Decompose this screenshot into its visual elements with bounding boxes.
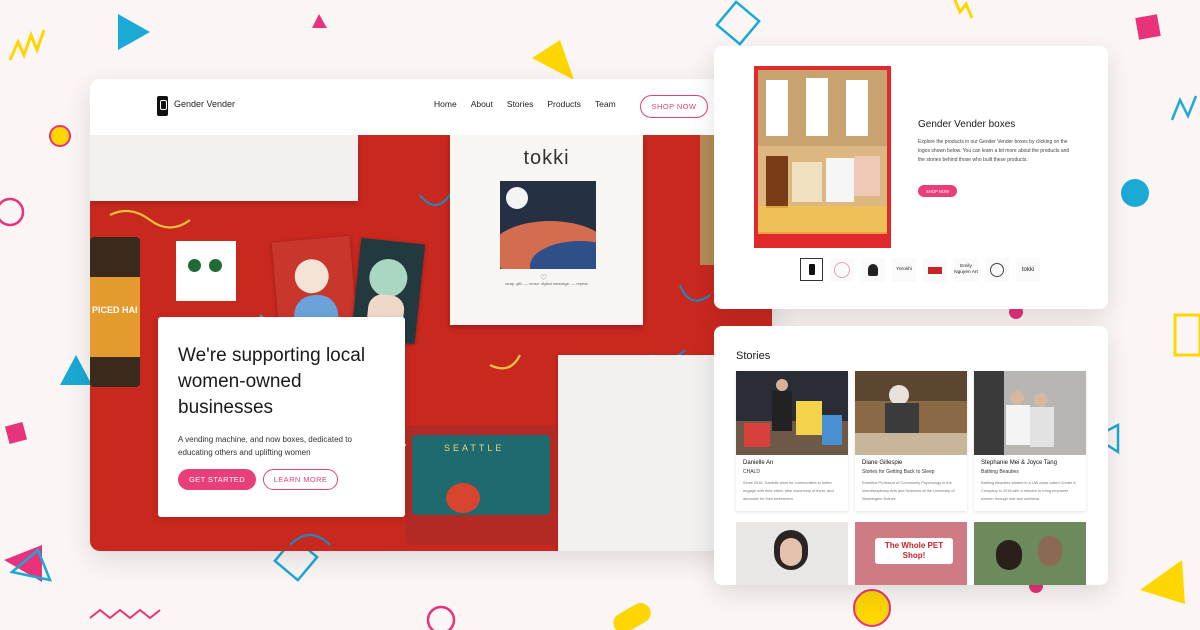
gender-vender-logo-icon[interactable] <box>157 96 168 116</box>
story-description: Emeritus Professor of Community Psycholo… <box>862 480 955 501</box>
story-card[interactable] <box>974 522 1086 585</box>
story-description: Bathing Beauties started in a UW class c… <box>981 480 1076 501</box>
vendor-logo-3[interactable] <box>861 258 885 282</box>
learn-more-button[interactable]: LEARN MORE <box>263 469 338 490</box>
vendor-logo-5[interactable] <box>923 258 947 282</box>
story-photo <box>736 371 848 455</box>
seattle-label: SEATTLE <box>444 443 505 453</box>
hero-text-card: We're supporting local women-owned busin… <box>158 317 405 517</box>
tokki-wrap-art <box>500 181 596 269</box>
story-name: Danielle An <box>743 460 774 466</box>
chai-label-text: PICED HAI <box>92 305 138 315</box>
box-photo <box>90 135 358 201</box>
boxes-title: Gender Vender boxes <box>918 119 1016 130</box>
vendor-logo-emily-nguyen-art[interactable]: Emily Nguyen Art <box>954 258 978 282</box>
story-card[interactable]: Danielle An CHALD Since 2016, Danielle a… <box>736 371 848 511</box>
get-started-button[interactable]: GET STARTED <box>178 469 256 490</box>
story-subtitle: Bathing Beauties <box>981 469 1019 475</box>
story-card[interactable]: Stephanie Mei & Joyce Tang Bathing Beaut… <box>974 371 1086 511</box>
story-card[interactable]: The Whole PET Shop! <box>855 522 967 585</box>
nav-products[interactable]: Products <box>547 99 581 109</box>
boxes-description: Explore the products in our Gender Vende… <box>918 139 1070 163</box>
earring-card <box>176 241 236 301</box>
brand-name[interactable]: Gender Vender <box>174 99 235 109</box>
story-subtitle: CHALD <box>743 469 760 475</box>
story-photo <box>855 371 967 455</box>
circle-seal-icon <box>834 262 850 278</box>
chai-label: PICED HAI <box>90 277 140 357</box>
ring-seal-icon <box>990 263 1004 277</box>
story-card[interactable] <box>736 522 848 585</box>
story-subtitle: Stories for Getting Back to Sleep <box>862 469 935 475</box>
tokki-brand: tokki <box>523 147 570 169</box>
story-name: Diane Gillespie <box>862 460 903 466</box>
nav-about[interactable]: About <box>471 99 493 109</box>
boxes-shop-now-button[interactable]: SHOP NOW <box>918 185 957 197</box>
nav-team[interactable]: Team <box>595 99 616 109</box>
stories-title: Stories <box>736 350 771 362</box>
silhouette-icon <box>868 264 878 276</box>
seattle-pouch: SEATTLE <box>406 425 556 545</box>
shop-now-button[interactable]: SHOP NOW <box>640 95 708 118</box>
hero-title: We're supporting local women-owned busin… <box>178 345 366 418</box>
hero-photo: PICED HAI tokki ♡ wrap. gift. — reuse. d… <box>90 135 772 551</box>
website-preview: Gender Vender Home About Stories Product… <box>90 79 772 551</box>
vendor-logo-2[interactable] <box>830 258 854 282</box>
story-description: Since 2016, Danielle aims for communitie… <box>743 480 834 501</box>
navbar: Gender Vender Home About Stories Product… <box>90 79 772 135</box>
hero-subtitle: A vending machine, and now boxes, dedica… <box>178 435 352 457</box>
chai-bottle: PICED HAI <box>90 237 140 387</box>
nav-stories[interactable]: Stories <box>507 99 533 109</box>
stories-section-preview: Stories Danielle An CHALD Since 2016, Da… <box>714 326 1108 585</box>
whole-pet-shop-sign: The Whole PET Shop! <box>875 538 953 564</box>
vendor-logo-row: Yoroshi Emily Nguyen Art tokki <box>800 258 1040 282</box>
vendor-logo-tokki[interactable]: tokki <box>1016 258 1040 282</box>
vendor-logo-7[interactable] <box>985 258 1009 282</box>
vendor-logo-yoroshi[interactable]: Yoroshi <box>892 258 916 282</box>
story-photo <box>974 371 1086 455</box>
gender-vender-logo-icon <box>808 264 815 275</box>
red-badge-icon <box>928 266 942 274</box>
tokki-package: tokki ♡ wrap. gift. — reuse. digital mes… <box>450 135 643 325</box>
story-name: Stephanie Mei & Joyce Tang <box>981 460 1057 466</box>
boxes-section-preview: Gender Vender boxes Explore the products… <box>714 46 1108 309</box>
story-card[interactable]: Diane Gillespie Stories for Getting Back… <box>855 371 967 511</box>
vendor-logo-gender-vender[interactable] <box>800 258 823 281</box>
gift-box-photo <box>754 66 891 248</box>
tokki-caption: wrap. gift. — reuse. digital message. — … <box>505 281 588 286</box>
nav-home[interactable]: Home <box>434 99 457 109</box>
nav-links: Home About Stories Products Team <box>434 99 616 109</box>
